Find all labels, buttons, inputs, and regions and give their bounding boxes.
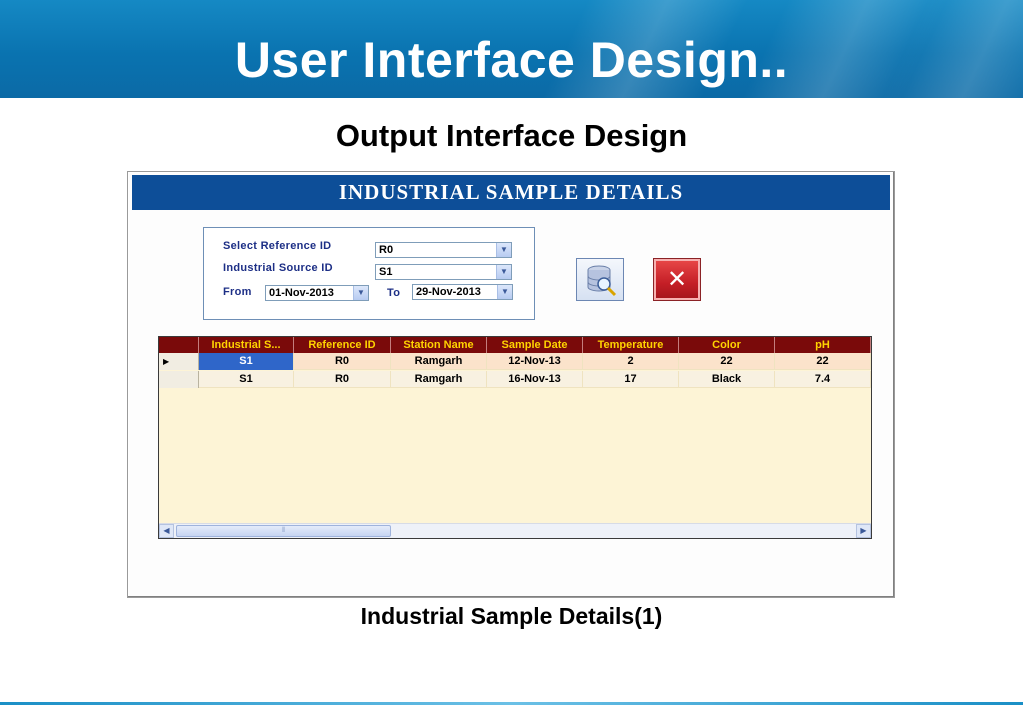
to-date-picker[interactable]: 29-Nov-2013 ▼: [412, 284, 513, 300]
row-selector-arrow-icon[interactable]: ▶: [159, 353, 199, 370]
scroll-left-icon[interactable]: ◀: [159, 524, 174, 538]
chevron-down-icon[interactable]: ▼: [496, 265, 511, 279]
table-cell[interactable]: 17: [583, 371, 679, 388]
from-date-label: From: [223, 286, 252, 298]
scrollbar-thumb[interactable]: ⦀: [176, 525, 391, 537]
footer-divider: [0, 702, 1023, 705]
table-cell[interactable]: Ramgarh: [391, 353, 487, 370]
row-selector[interactable]: [159, 371, 199, 388]
table-cell[interactable]: 7.4: [775, 371, 871, 388]
chevron-down-icon[interactable]: ▼: [497, 285, 512, 299]
source-id-select[interactable]: S1 ▼: [375, 264, 512, 280]
column-header[interactable]: Sample Date: [487, 337, 583, 353]
sample-data-grid: Industrial S... Reference ID Station Nam…: [158, 336, 872, 539]
table-cell[interactable]: Ramgarh: [391, 371, 487, 388]
column-header[interactable]: Color: [679, 337, 775, 353]
grid-header-corner: [159, 337, 199, 353]
slide-subtitle: Output Interface Design: [335, 118, 688, 153]
table-cell[interactable]: R0: [294, 371, 391, 388]
to-date-label: To: [387, 287, 401, 299]
table-row[interactable]: ▶ S1 R0 Ramgarh 12-Nov-13 2 22 22: [159, 353, 871, 370]
column-header[interactable]: Reference ID: [294, 337, 391, 353]
column-header[interactable]: pH: [775, 337, 871, 353]
reference-id-value: R0: [379, 244, 394, 256]
source-id-label: Industrial Source ID: [223, 262, 333, 274]
table-cell[interactable]: 16-Nov-13: [487, 371, 583, 388]
table-cell[interactable]: S1: [199, 371, 294, 388]
form-window: INDUSTRIAL SAMPLE DETAILS Select Referen…: [127, 171, 895, 598]
table-cell[interactable]: 2: [583, 353, 679, 370]
database-search-icon: [587, 265, 617, 297]
source-id-value: S1: [379, 266, 393, 278]
from-date-value: 01-Nov-2013: [269, 287, 334, 299]
reference-id-label: Select Reference ID: [223, 240, 332, 252]
slide-banner: User Interface Design..: [0, 0, 1023, 98]
table-cell[interactable]: R0: [294, 353, 391, 370]
chevron-down-icon[interactable]: ▼: [496, 243, 511, 257]
scroll-right-icon[interactable]: ▶: [856, 524, 871, 538]
column-header[interactable]: Station Name: [391, 337, 487, 353]
table-cell[interactable]: 22: [679, 353, 775, 370]
horizontal-scrollbar[interactable]: ◀ ⦀ ▶: [159, 523, 871, 538]
filter-group: Select Reference ID R0 ▼ Industrial Sour…: [203, 227, 535, 320]
table-cell[interactable]: Black: [679, 371, 775, 388]
table-cell[interactable]: 22: [775, 353, 871, 370]
from-date-picker[interactable]: 01-Nov-2013 ▼: [265, 285, 369, 301]
close-button[interactable]: ✕: [653, 258, 701, 301]
table-cell[interactable]: S1: [199, 353, 294, 370]
table-cell[interactable]: 12-Nov-13: [487, 353, 583, 370]
slide-title: User Interface Design..: [234, 32, 789, 88]
grid-header: Industrial S... Reference ID Station Nam…: [159, 337, 871, 353]
to-date-value: 29-Nov-2013: [416, 286, 481, 298]
chevron-down-icon[interactable]: ▼: [353, 286, 368, 300]
column-header[interactable]: Industrial S...: [199, 337, 294, 353]
table-row[interactable]: S1 R0 Ramgarh 16-Nov-13 17 Black 7.4: [159, 371, 871, 388]
form-title: INDUSTRIAL SAMPLE DETAILS: [132, 175, 890, 210]
column-header[interactable]: Temperature: [583, 337, 679, 353]
reference-id-select[interactable]: R0 ▼: [375, 242, 512, 258]
figure-caption: Industrial Sample Details(1): [360, 603, 663, 629]
search-button[interactable]: [576, 258, 624, 301]
close-icon: ✕: [666, 265, 688, 293]
